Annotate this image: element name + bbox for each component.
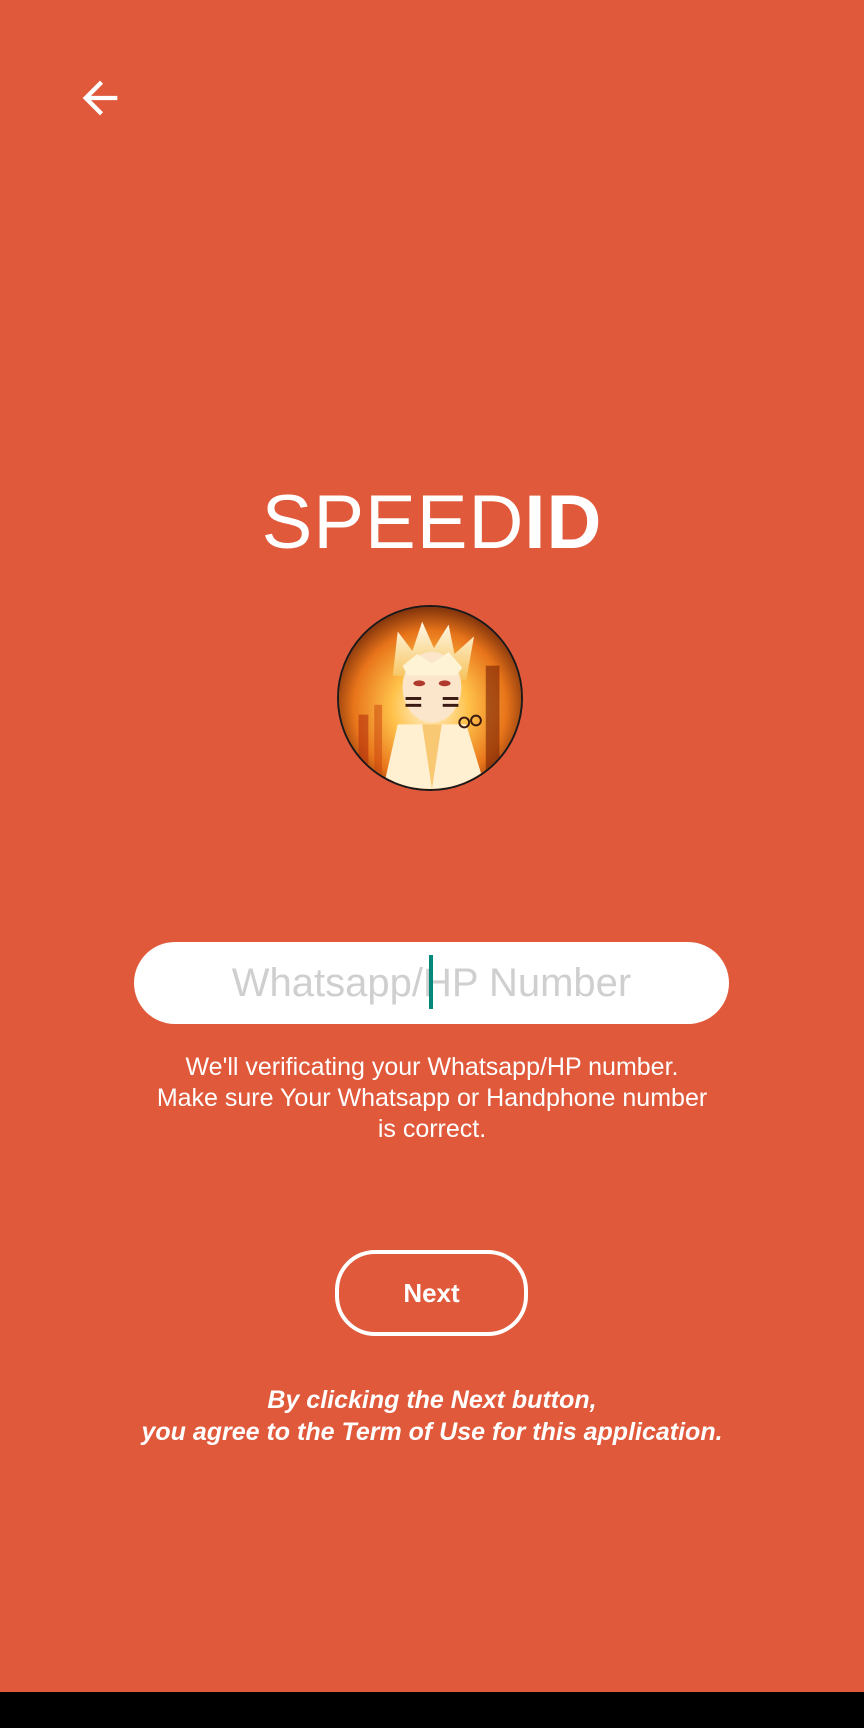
helper-text: We'll verificating your Whatsapp/HP numb… (100, 1052, 764, 1145)
avatar (337, 605, 523, 791)
text-caret (429, 955, 433, 1009)
next-button[interactable]: Next (335, 1250, 528, 1336)
terms-line-2: you agree to the Term of Use for this ap… (141, 1418, 723, 1446)
avatar-image (339, 607, 521, 789)
helper-line-2: Make sure Your Whatsapp or Handphone num… (156, 1084, 708, 1112)
system-nav-bar (0, 1692, 864, 1728)
helper-line-1: We'll verificating your Whatsapp/HP numb… (185, 1053, 679, 1081)
app-title-bold: ID (524, 480, 603, 565)
back-button[interactable] (60, 60, 140, 140)
terms-line-1: By clicking the Next button, (267, 1386, 597, 1414)
app-title-light: SPEED (261, 480, 525, 565)
arrow-left-icon (74, 72, 126, 129)
screen: SPEEDID Whatsapp/HP Number We'll verific… (0, 0, 864, 1692)
phone-field-container (134, 942, 729, 1024)
terms-notice: By clicking the Next button, you agree t… (60, 1384, 804, 1448)
app-title: SPEEDID (0, 478, 864, 568)
helper-line-3: is correct. (377, 1115, 487, 1143)
